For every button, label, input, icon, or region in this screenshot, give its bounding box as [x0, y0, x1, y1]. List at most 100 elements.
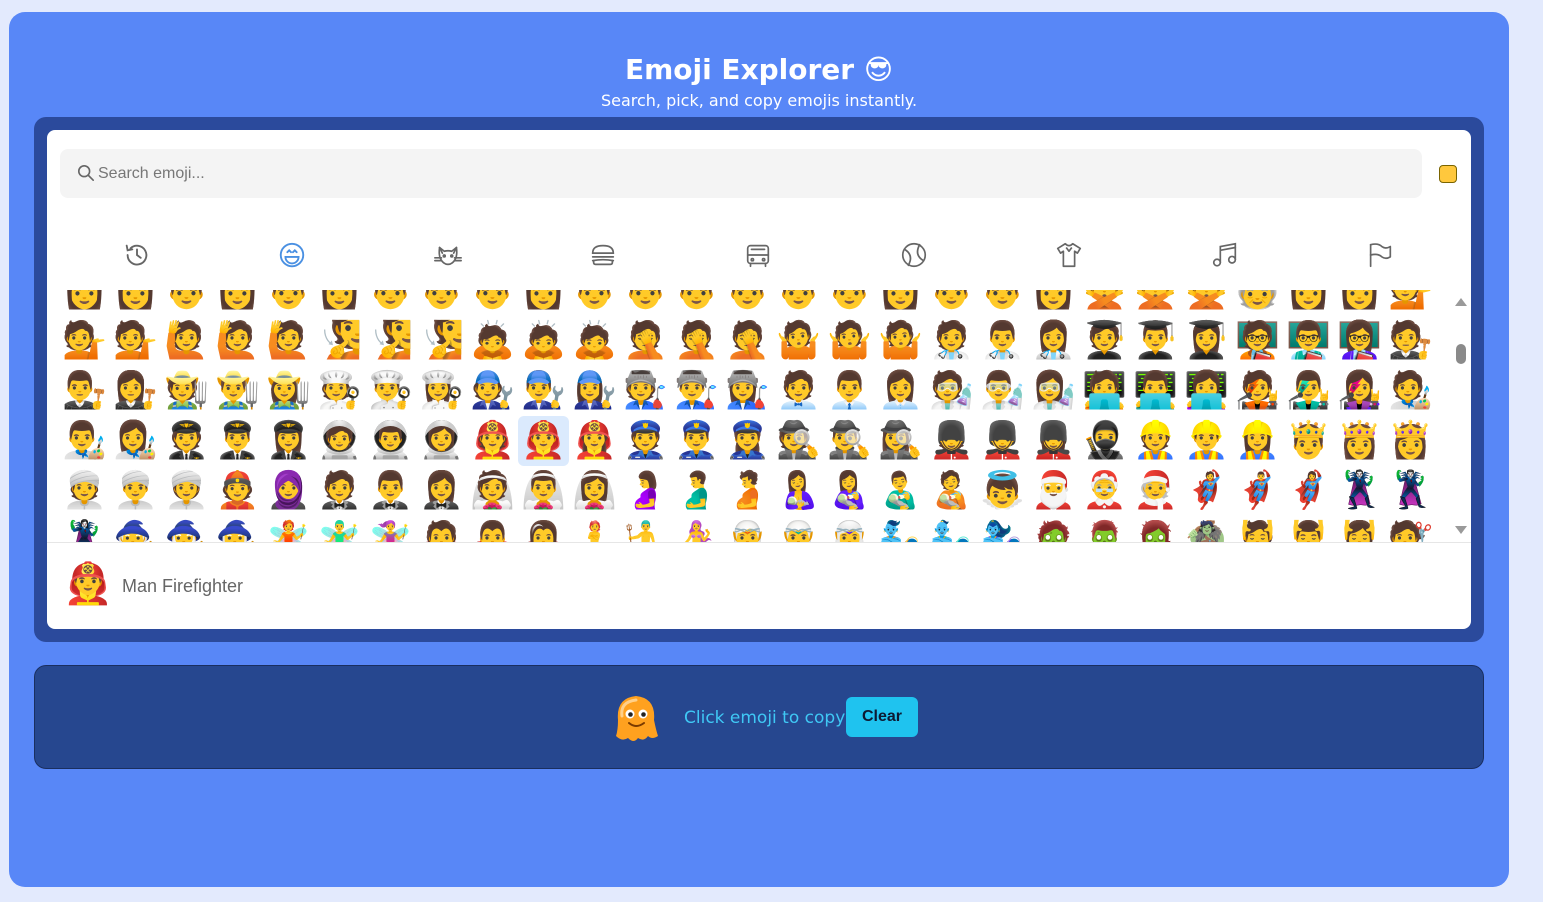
emoji-cell[interactable]: 🎅 — [1028, 466, 1079, 516]
emoji-cell[interactable]: 🙇 — [569, 316, 620, 366]
emoji-cell[interactable]: 👨 — [263, 290, 314, 316]
emoji-cell[interactable]: 👩 — [1028, 290, 1079, 316]
emoji-cell[interactable]: 🧑‍🔬 — [926, 366, 977, 416]
emoji-cell[interactable]: 🤱 — [773, 466, 824, 516]
emoji-cell[interactable]: 👩 — [518, 290, 569, 316]
emoji-cell[interactable]: 🧓 — [1232, 290, 1283, 316]
emoji-cell[interactable]: 🧝‍♂️ — [773, 516, 824, 542]
emoji-cell[interactable]: 🦸‍♂️ — [1232, 466, 1283, 516]
emoji-cell[interactable]: 🧑‍🚀 — [314, 416, 365, 466]
emoji-cell[interactable]: 🤦 — [722, 316, 773, 366]
emoji-cell[interactable]: 👨 — [977, 290, 1028, 316]
emoji-cell[interactable]: 👩 — [1334, 290, 1385, 316]
emoji-cell[interactable]: 👨‍💼 — [824, 366, 875, 416]
emoji-cell[interactable]: 👨‍💻 — [1130, 366, 1181, 416]
tab-smileys[interactable] — [267, 230, 317, 280]
emoji-cell[interactable]: 👨‍⚖️ — [59, 366, 110, 416]
emoji-cell[interactable]: 💆‍♂️ — [1283, 516, 1334, 542]
emoji-cell[interactable]: 💆‍♀️ — [1334, 516, 1385, 542]
emoji-cell[interactable]: 🦹‍♀️ — [59, 516, 110, 542]
emoji-cell[interactable]: 👨 — [926, 290, 977, 316]
emoji-cell[interactable]: 🥷 — [1079, 416, 1130, 466]
emoji-cell[interactable]: 🤷 — [773, 316, 824, 366]
emoji-cell[interactable]: 👨 — [722, 290, 773, 316]
emoji-cell[interactable]: 🧑‍🎤 — [1232, 366, 1283, 416]
emoji-cell[interactable]: 🧛‍♂️ — [467, 516, 518, 542]
emoji-cell[interactable]: 👰‍♀️ — [569, 466, 620, 516]
emoji-cell[interactable]: 👨‍🍳 — [365, 366, 416, 416]
clear-button[interactable]: Clear — [846, 697, 918, 737]
emoji-cell[interactable]: 🧞‍♂️ — [926, 516, 977, 542]
emoji-cell[interactable]: 🧌 — [1181, 516, 1232, 542]
emoji-cell[interactable]: 🙋 — [263, 316, 314, 366]
emoji-cell[interactable]: 🧑‍🍼 — [926, 466, 977, 516]
tab-flags[interactable] — [1355, 230, 1405, 280]
emoji-cell[interactable]: 👨‍🏭 — [671, 366, 722, 416]
emoji-cell[interactable]: 🧕 — [263, 466, 314, 516]
emoji-cell[interactable]: 👰 — [467, 466, 518, 516]
emoji-cell[interactable]: 💂‍♀️ — [1028, 416, 1079, 466]
emoji-cell[interactable]: 🙇 — [518, 316, 569, 366]
emoji-cell[interactable]: 💁 — [59, 316, 110, 366]
emoji-cell[interactable]: 👨‍🚒 — [518, 416, 569, 466]
emoji-cell[interactable]: 🧑‍🔧 — [467, 366, 518, 416]
emoji-cell[interactable]: 🕵️ — [773, 416, 824, 466]
emoji-cell[interactable]: 🙅 — [1130, 290, 1181, 316]
emoji-cell[interactable]: 👩‍⚖️ — [110, 366, 161, 416]
emoji-cell[interactable]: 🤵‍♂️ — [365, 466, 416, 516]
emoji-cell[interactable]: 👩‍💼 — [875, 366, 926, 416]
emoji-cell[interactable]: 🧑‍🎓 — [1079, 316, 1130, 366]
emoji-cell[interactable]: 🧟‍♂️ — [1079, 516, 1130, 542]
emoji-cell[interactable]: 👩 — [1283, 290, 1334, 316]
skin-tone-selector[interactable] — [1439, 165, 1457, 183]
emoji-cell[interactable]: 🧚‍♂️ — [314, 516, 365, 542]
emoji-cell[interactable]: 🦸‍♀️ — [1283, 466, 1334, 516]
emoji-cell[interactable]: 🤰 — [620, 466, 671, 516]
emoji-cell[interactable]: 🧝 — [722, 516, 773, 542]
emoji-cell[interactable]: 🧙‍♀️ — [212, 516, 263, 542]
emoji-cell[interactable]: 👨 — [569, 290, 620, 316]
emoji-cell[interactable]: 👩 — [212, 290, 263, 316]
emoji-cell[interactable]: 👨‍🎤 — [1283, 366, 1334, 416]
emoji-cell[interactable]: 🧏 — [416, 316, 467, 366]
emoji-cell[interactable]: 👨‍🎓 — [1130, 316, 1181, 366]
emoji-cell[interactable]: 🤵 — [314, 466, 365, 516]
search-input[interactable] — [98, 149, 1398, 198]
emoji-cell[interactable]: 👩‍🎨 — [110, 416, 161, 466]
emoji-cell[interactable]: 🧟 — [1028, 516, 1079, 542]
emoji-cell[interactable]: 🫄 — [722, 466, 773, 516]
emoji-cell[interactable]: 🦹 — [1334, 466, 1385, 516]
emoji-cell[interactable]: 👳‍♀️ — [161, 466, 212, 516]
tab-activity[interactable] — [889, 230, 939, 280]
emoji-cell[interactable]: 🧑‍🍳 — [314, 366, 365, 416]
emoji-cell[interactable]: 👨‍🚀 — [365, 416, 416, 466]
emoji-cell[interactable]: 👩‍⚕️ — [1028, 316, 1079, 366]
emoji-cell[interactable]: 💇 — [1385, 516, 1436, 542]
emoji-cell[interactable]: 🧑‍⚖️ — [1385, 316, 1436, 366]
emoji-cell[interactable]: 🙅 — [1079, 290, 1130, 316]
emoji-cell[interactable]: 🤶 — [1079, 466, 1130, 516]
emoji-cell[interactable]: 🙅 — [1181, 290, 1232, 316]
emoji-cell[interactable]: 💂 — [926, 416, 977, 466]
tab-symbols[interactable] — [1200, 230, 1250, 280]
emoji-cell[interactable]: 👨 — [824, 290, 875, 316]
emoji-cell[interactable]: 👲 — [212, 466, 263, 516]
emoji-cell[interactable]: 👮‍♀️ — [722, 416, 773, 466]
emoji-cell[interactable]: 🙋 — [212, 316, 263, 366]
emoji-cell[interactable]: 👳 — [59, 466, 110, 516]
emoji-cell[interactable]: 🧛‍♀️ — [518, 516, 569, 542]
emoji-cell[interactable]: 👩‍💻 — [1181, 366, 1232, 416]
emoji-cell[interactable]: 🧚‍♀️ — [365, 516, 416, 542]
scroll-up-arrow[interactable] — [1455, 298, 1467, 306]
emoji-cell[interactable]: 💂‍♂️ — [977, 416, 1028, 466]
emoji-cell[interactable]: 👷 — [1130, 416, 1181, 466]
emoji-cell[interactable]: 👨 — [467, 290, 518, 316]
emoji-cell[interactable]: 🧜‍♀️ — [671, 516, 722, 542]
emoji-cell[interactable]: 🧑‍🎄 — [1130, 466, 1181, 516]
emoji-cell[interactable]: 🧙‍♂️ — [161, 516, 212, 542]
emoji-cell[interactable]: 👩‍🔧 — [569, 366, 620, 416]
emoji-cell[interactable]: 🧑‍✈️ — [161, 416, 212, 466]
emoji-cell[interactable]: 👨‍✈️ — [212, 416, 263, 466]
emoji-scrollbar[interactable] — [1452, 290, 1470, 542]
emoji-cell[interactable]: 💁 — [1385, 290, 1436, 316]
